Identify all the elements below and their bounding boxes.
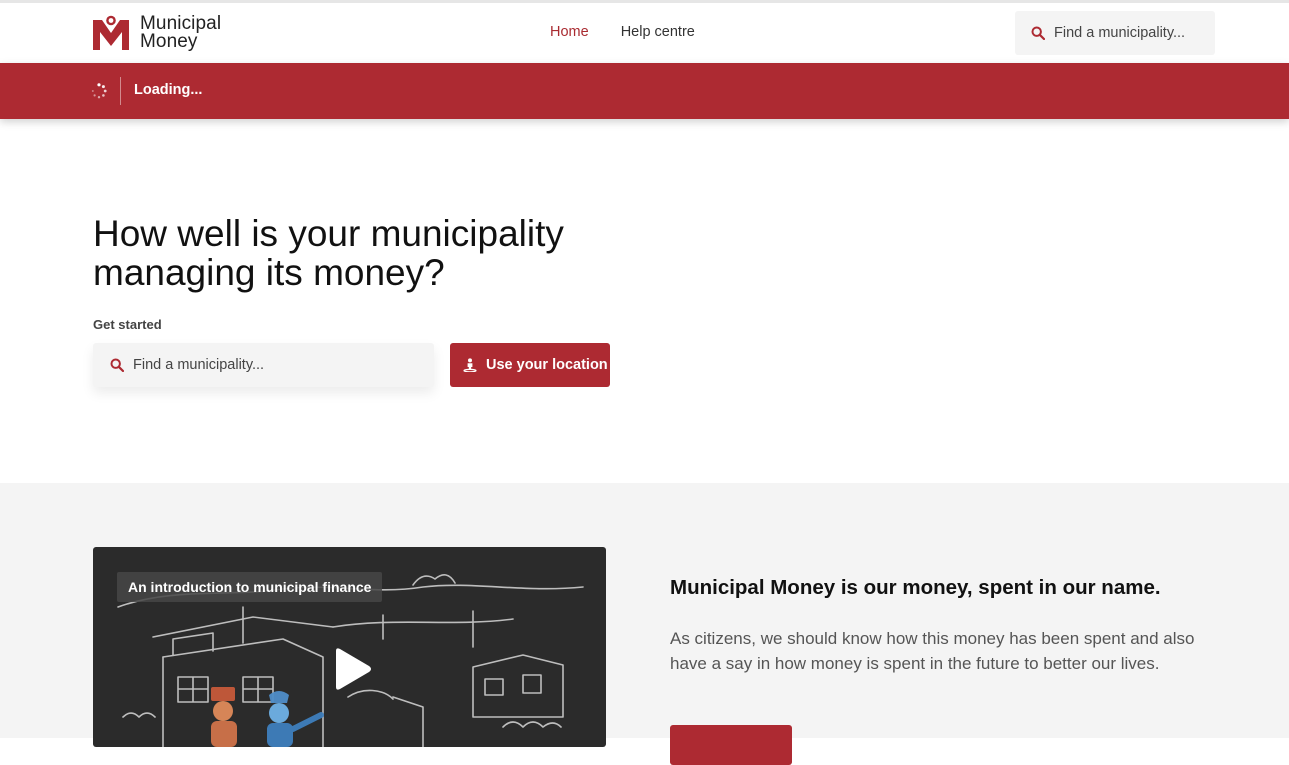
loading-text: Loading... [134,82,203,98]
municipal-money-logo-icon [93,15,129,50]
get-started-label: Get started [93,317,162,332]
banner-divider [120,77,121,105]
play-icon[interactable] [325,645,375,695]
intro-body: As citizens, we should know how this mon… [670,629,1195,673]
nav-search-placeholder: Find a municipality... [1054,25,1186,41]
use-location-button[interactable]: Use your location [450,343,610,387]
intro-section: An introduction to municipal finance Mun… [0,483,1289,765]
logo[interactable]: Municipal Money [92,13,221,53]
use-location-label: Use your location [486,357,608,373]
location-person-icon [463,358,477,372]
main-nav: Home Help centre [550,24,695,40]
nav-search-input[interactable]: Find a municipality... [1015,11,1215,55]
logo-text: Municipal Money [140,14,221,52]
loading-spinner-icon [91,83,107,99]
search-icon [1031,26,1045,40]
hero-search-placeholder: Find a municipality... [133,357,265,373]
intro-heading: Municipal Money is our money, spent in o… [670,576,1161,599]
video-player[interactable]: An introduction to municipal finance [93,547,606,747]
nav-link-home[interactable]: Home [550,24,589,40]
search-icon [110,358,124,372]
hero-search-input[interactable]: Find a municipality... [93,343,434,387]
hero-title: How well is your municipality managing i… [93,213,564,293]
logo-text-line2: Money [140,31,198,52]
top-navbar: Municipal Money Home Help centre Find a … [0,3,1289,63]
nav-link-help-centre[interactable]: Help centre [621,24,695,40]
intro-action-button[interactable] [670,725,792,765]
cartoon-figures [211,687,324,747]
loading-banner: Loading... [0,63,1289,119]
video-title: An introduction to municipal finance [117,572,383,602]
